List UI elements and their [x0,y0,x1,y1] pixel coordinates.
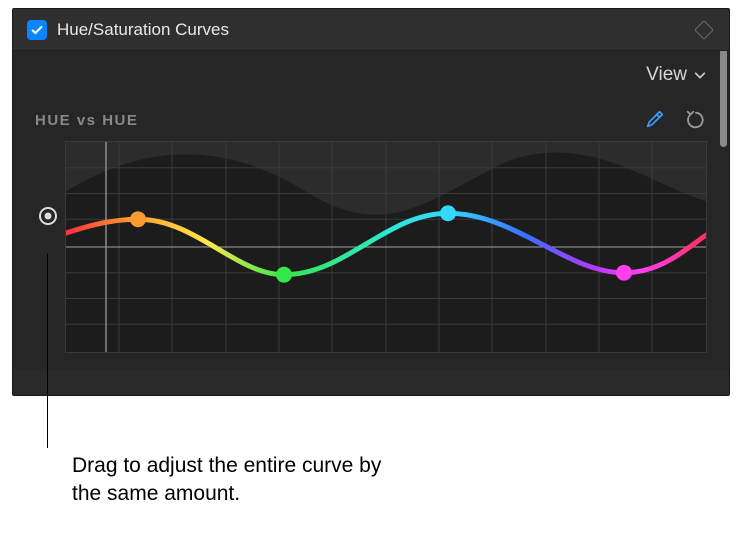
keyframe-icon[interactable] [694,20,714,40]
section-title: Hue/Saturation Curves [57,20,229,40]
ghost-curve [66,142,706,215]
hue-curve-graph[interactable] [65,141,707,353]
reset-icon[interactable] [685,109,707,131]
view-menu-label: View [646,64,687,86]
curve-control-point-1[interactable] [276,267,292,283]
callout-leader-line [47,254,48,448]
checkmark-icon [30,23,44,37]
section-header: Hue/Saturation Curves [13,9,729,51]
graph-wrap [35,141,707,353]
curve-label-row: HUE vs HUE [35,109,707,131]
curve-control-point-2[interactable] [440,205,456,221]
master-handle-column [35,141,65,353]
curve-section: HUE vs HUE [13,99,729,369]
hue-saturation-panel: Hue/Saturation Curves View HUE vs HUE [12,8,730,396]
callout-text: Drag to adjust the entire curve by the s… [72,452,412,509]
view-row: View [13,51,729,99]
curve-control-point-0[interactable] [130,211,146,227]
section-enable-checkbox[interactable] [27,20,47,40]
view-menu[interactable]: View [646,64,707,86]
curve-control-point-3[interactable] [616,265,632,281]
curve-tools [643,109,707,131]
curve-label: HUE vs HUE [35,112,138,129]
eyedropper-icon[interactable] [643,109,665,131]
master-curve-handle[interactable] [39,207,57,225]
chevron-down-icon [693,68,707,82]
